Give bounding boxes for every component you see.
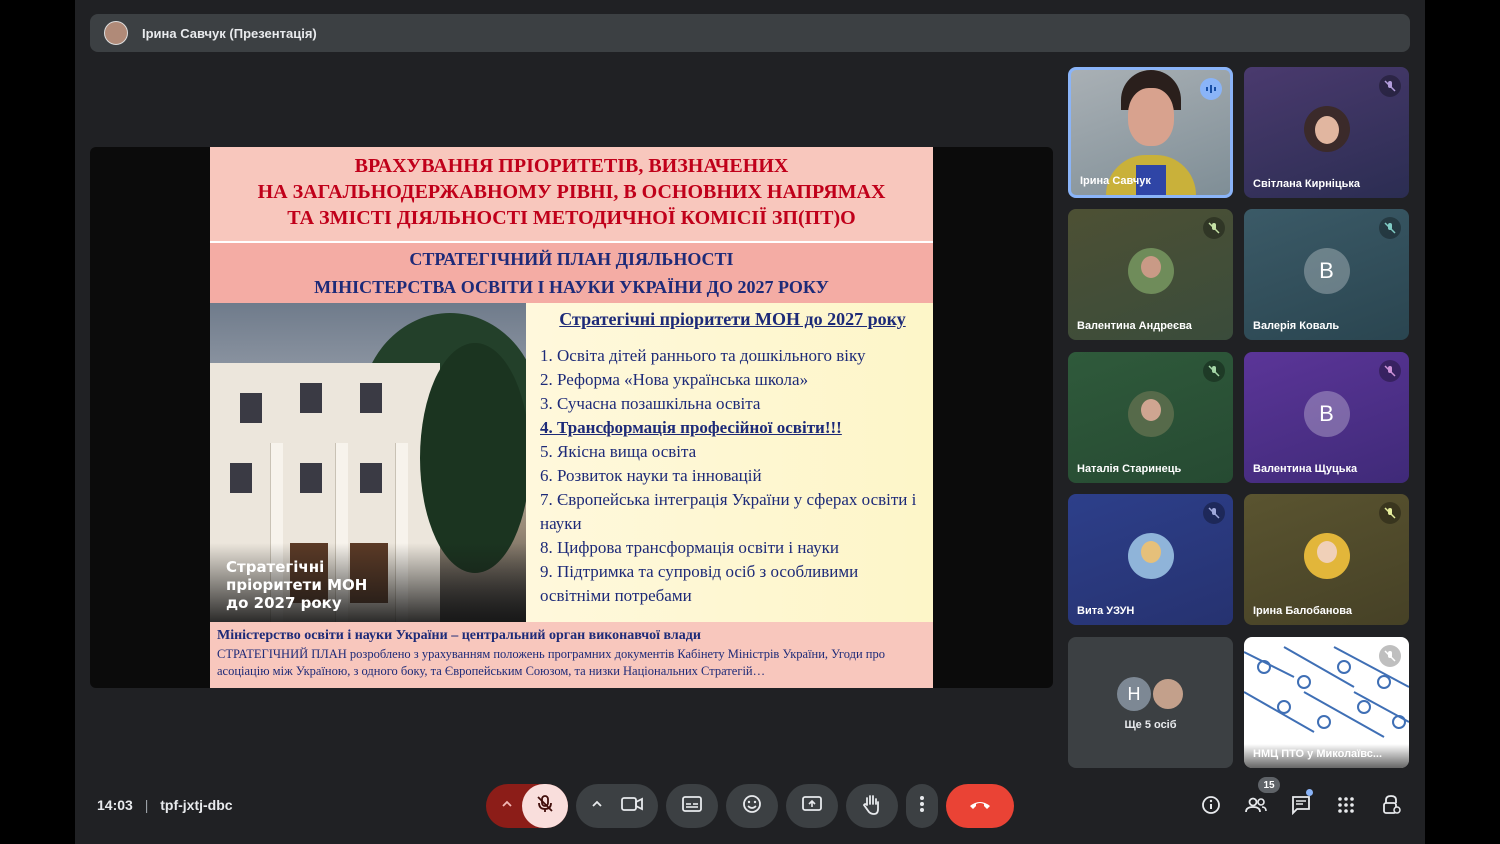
camera-icon [621, 796, 643, 817]
presentation-slide: ВРАХУВАННЯ ПРІОРИТЕТІВ, ВИЗНАЧЕНИХ НА ЗА… [210, 147, 933, 688]
participant-tile[interactable]: Світлана Кирніцька [1244, 67, 1409, 198]
avatar [1151, 677, 1185, 711]
slide-subheading-line: МІНІСТЕРСТВА ОСВІТИ І НАУКИ УКРАЇНИ ДО 2… [314, 277, 829, 297]
participant-tile[interactable]: Вита УЗУН [1068, 494, 1233, 625]
hand-icon [862, 793, 882, 820]
chat-notification-dot [1306, 789, 1313, 796]
avatar [1303, 532, 1350, 579]
participant-name: Валерія Коваль [1253, 320, 1340, 332]
mic-off-icon [1203, 217, 1225, 239]
meeting-code: tpf-jxtj-dbc [160, 797, 233, 813]
mic-off-icon [1203, 502, 1225, 524]
host-controls-button[interactable] [1376, 792, 1406, 822]
mic-off-icon [1379, 217, 1401, 239]
chat-button[interactable] [1286, 792, 1316, 822]
mic-toggle-button[interactable] [522, 784, 568, 828]
mic-off-icon [1203, 360, 1225, 382]
presenter-title: Ірина Савчук (Презентація) [142, 25, 317, 41]
photo-caption: Стратегічні пріоритети МОН до 2027 року [226, 558, 368, 612]
chevron-up-icon [591, 797, 603, 815]
avatar [1127, 532, 1174, 579]
participant-tile[interactable]: Валентина Андреєва [1068, 209, 1233, 340]
participant-tile[interactable]: НМЦ ПТО у Миколаївс... [1244, 637, 1409, 768]
meeting-details-button[interactable] [1196, 792, 1226, 822]
participant-name: Ірина Балобанова [1253, 605, 1352, 617]
slide-subheading-line: СТРАТЕГІЧНИЙ ПЛАН ДІЯЛЬНОСТІ [409, 249, 734, 269]
separator: | [144, 797, 149, 813]
list-item: 1. Освіта дітей раннього та дошкільного … [540, 346, 866, 365]
present-screen-button[interactable] [786, 784, 838, 828]
presenter-avatar [104, 21, 128, 45]
leave-call-button[interactable] [946, 784, 1014, 828]
mic-off-icon [1379, 645, 1401, 667]
participant-name: НМЦ ПТО у Миколаївс... [1253, 748, 1383, 760]
chevron-up-icon [501, 797, 513, 815]
more-vert-icon [919, 795, 925, 818]
participant-tile[interactable]: В Валентина Щуцька [1244, 352, 1409, 483]
present-screen-icon [802, 795, 822, 818]
participant-tile[interactable]: Наталія Старинець [1068, 352, 1233, 483]
priorities-list: Стратегічні пріоритети МОН до 2027 року … [526, 303, 933, 622]
clock: 14:03 [97, 797, 133, 813]
slide-footer-bold: Міністерство освіти і науки України – це… [217, 628, 701, 643]
apps-grid-icon [1337, 796, 1355, 819]
slide-footer: Міністерство освіти і науки України – це… [210, 622, 933, 688]
mic-off-icon [1379, 360, 1401, 382]
slide-subheading: СТРАТЕГІЧНИЙ ПЛАН ДІЯЛЬНОСТІ МІНІСТЕРСТВ… [210, 243, 933, 303]
participant-tile[interactable]: Ірина Савчук [1068, 67, 1233, 198]
mic-off-icon [1379, 75, 1401, 97]
meeting-info: 14:03 | tpf-jxtj-dbc [97, 797, 233, 813]
participant-name: Світлана Кирніцька [1253, 178, 1360, 190]
slide-heading-line: ТА ЗМІСТІ ДІЯЛЬНОСТІ МЕТОДИЧНОЇ КОМІСІЇ … [287, 207, 856, 229]
ministry-building-photo: Стратегічні пріоритети МОН до 2027 року [210, 303, 526, 622]
lock-person-icon [1381, 794, 1401, 821]
participant-name: Вита УЗУН [1077, 605, 1135, 617]
info-icon [1201, 795, 1221, 820]
slide-footer-text: СТРАТЕГІЧНИЙ ПЛАН розроблено з урахуванн… [217, 647, 885, 678]
mic-off-icon [1379, 502, 1401, 524]
more-participants-label: Ще 5 осіб [1124, 719, 1177, 731]
list-item: 5. Якісна вища освіта [540, 442, 697, 461]
mic-off-icon [535, 794, 555, 819]
activities-button[interactable] [1331, 792, 1361, 822]
avatar-initial: В [1303, 390, 1350, 437]
list-item: 7. Європейська інтеграція України у сфер… [540, 490, 917, 533]
closed-captions-icon [682, 795, 702, 817]
avatar-initial: В [1303, 247, 1350, 294]
avatar-initial: Н [1117, 677, 1151, 711]
participant-name: Наталія Старинець [1077, 463, 1182, 475]
reactions-button[interactable] [726, 784, 778, 828]
raise-hand-button[interactable] [846, 784, 898, 828]
people-button[interactable] [1241, 792, 1271, 822]
participant-tile[interactable]: В Валерія Коваль [1244, 209, 1409, 340]
more-options-button[interactable] [906, 784, 938, 828]
people-icon [1245, 796, 1267, 819]
participant-name: Ірина Савчук [1080, 175, 1151, 187]
participant-name: Валентина Андреєва [1077, 320, 1192, 332]
list-item-highlighted: 4. Трансформація професійної освіти!!! [540, 418, 842, 437]
emoji-icon [742, 794, 762, 819]
slide-heading: ВРАХУВАННЯ ПРІОРИТЕТІВ, ВИЗНАЧЕНИХ НА ЗА… [210, 147, 933, 242]
priorities-title: Стратегічні пріоритети МОН до 2027 року [559, 309, 906, 329]
list-item: 6. Розвиток науки та інновацій [540, 466, 762, 485]
participant-count-badge: 15 [1258, 777, 1280, 793]
list-item: 2. Реформа «Нова українська школа» [540, 370, 809, 389]
list-item: 9. Підтримка та супровід осіб з особливи… [540, 562, 859, 605]
list-item: 3. Сучасна позашкільна освіта [540, 394, 761, 413]
slide-heading-line: НА ЗАГАЛЬНОДЕРЖАВНОМУ РІВНІ, В ОСНОВНИХ … [257, 181, 886, 203]
speaking-indicator-icon [1200, 78, 1222, 100]
presenter-bar: Ірина Савчук (Презентація) [90, 14, 1410, 52]
captions-button[interactable] [666, 784, 718, 828]
more-participants-tile[interactable]: Н Ще 5 осіб [1068, 637, 1233, 768]
participant-name: Валентина Щуцька [1253, 463, 1358, 475]
list-item: 8. Цифрова трансформація освіти і науки [540, 538, 839, 557]
participant-tile[interactable]: Ірина Балобанова [1244, 494, 1409, 625]
chat-icon [1291, 795, 1311, 820]
avatar [1127, 247, 1174, 294]
avatar [1127, 390, 1174, 437]
avatar [1303, 105, 1350, 152]
video-options-button[interactable] [576, 784, 658, 828]
end-call-icon [968, 797, 992, 815]
slide-heading-line: ВРАХУВАННЯ ПРІОРИТЕТІВ, ВИЗНАЧЕНИХ [354, 155, 789, 177]
